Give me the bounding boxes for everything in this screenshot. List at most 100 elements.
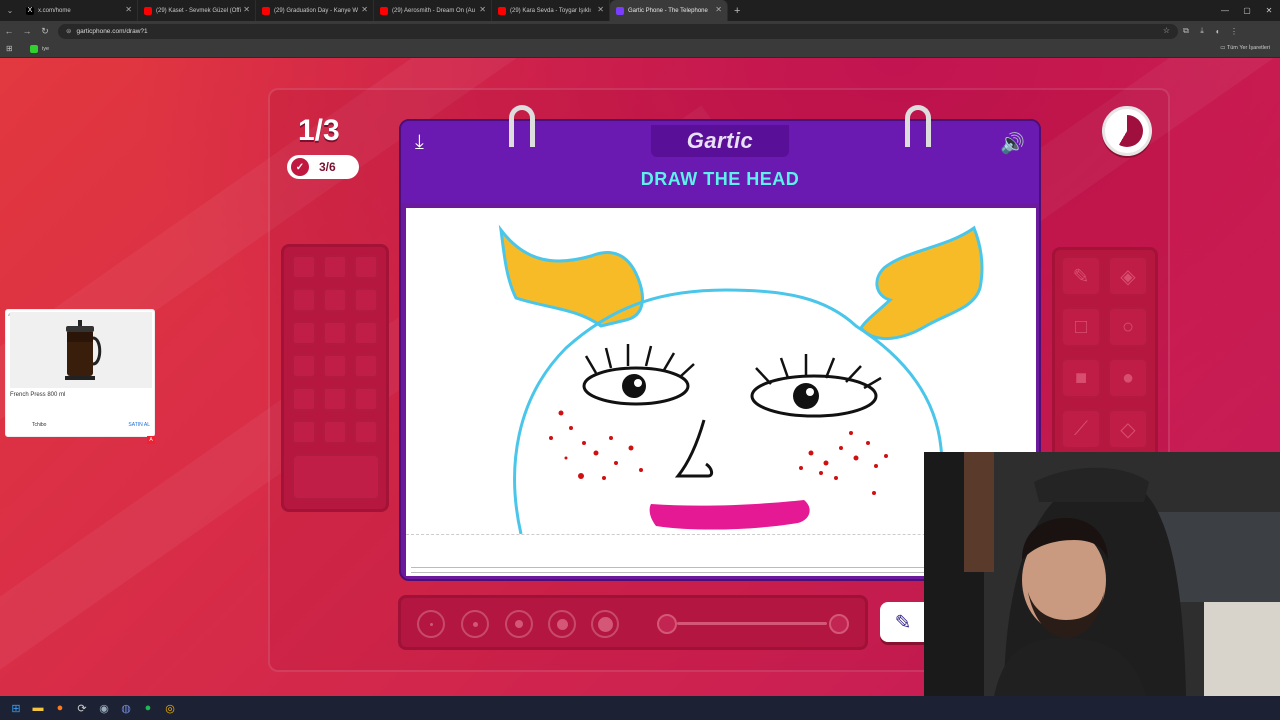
ad-buy-link[interactable]: SATIN AL (128, 422, 150, 428)
filled-rectangle-tool-icon[interactable]: ■ (1061, 358, 1101, 398)
window-controls: — ▢ ✕ (1214, 0, 1280, 21)
current-color-swatch[interactable] (292, 454, 380, 500)
rectangle-tool-icon[interactable]: □ (1061, 307, 1101, 347)
french-press-icon (65, 320, 102, 380)
close-icon[interactable]: ✕ (125, 5, 132, 14)
minimize-icon[interactable]: — (1214, 0, 1236, 21)
reload-icon[interactable]: ↻ (36, 26, 54, 37)
new-tab-button[interactable]: + (734, 5, 740, 17)
brush-size-2[interactable] (461, 610, 489, 638)
sound-icon[interactable]: 🔊 (1000, 131, 1025, 156)
ad-choices-icon[interactable]: A (147, 436, 155, 444)
done-button[interactable]: ✎ (880, 602, 926, 642)
brush-size-4[interactable] (548, 610, 576, 638)
color-swatch[interactable] (354, 420, 378, 444)
file-explorer-icon[interactable]: ▬ (30, 700, 46, 716)
line-tool-icon[interactable]: ⟋ (1061, 409, 1101, 449)
browser-tab-strip: ⌄ X x.com/home ✕ (29) Kaset - Sevmek Güz… (0, 0, 1280, 21)
tab-kara-sevda[interactable]: (29) Kara Sevda - Toygar Işıklı ✕ (492, 0, 610, 21)
ad-brand: Tchibo (32, 422, 47, 428)
app-icon[interactable]: ⟳ (74, 700, 90, 716)
color-swatch[interactable] (354, 255, 378, 279)
filled-ellipse-tool-icon[interactable]: ● (1108, 358, 1148, 398)
tab-graduation-day[interactable]: (29) Graduation Day - Kanye W ✕ (256, 0, 374, 21)
color-swatch[interactable] (323, 255, 347, 279)
tab-gartic-phone[interactable]: Gartic Phone - The Telephone ✕ (610, 0, 728, 21)
notebook-ring (509, 105, 535, 147)
pencil-tool-icon[interactable]: ✎ (1061, 256, 1101, 296)
color-swatch[interactable] (354, 354, 378, 378)
tab-x-home[interactable]: X x.com/home ✕ (20, 0, 138, 21)
spotify-icon[interactable]: ● (140, 700, 156, 716)
color-swatch[interactable] (354, 288, 378, 312)
close-icon[interactable]: ✕ (243, 5, 250, 14)
browser-toolbar: ← → ↻ ⊜ garticphone.com/draw?1 ☆ ⧉ ⤓ ◐ ⋮ (0, 21, 1280, 41)
maximize-icon[interactable]: ▢ (1236, 0, 1258, 21)
slider-min-knob[interactable] (657, 614, 677, 634)
close-window-icon[interactable]: ✕ (1258, 0, 1280, 21)
brush-size-3[interactable] (505, 610, 533, 638)
menu-icon[interactable]: ⋮ (1226, 27, 1242, 36)
bookmark-star-icon[interactable]: ☆ (1163, 26, 1170, 35)
bookmarks-bar: ⊞ iye ▭ Tüm Yer İşaretleri (0, 41, 1280, 58)
discord-icon[interactable]: ◍ (118, 700, 134, 716)
color-swatch[interactable] (292, 420, 316, 444)
chrome-icon[interactable]: ◎ (162, 700, 178, 716)
tab-title: x.com/home (38, 7, 71, 14)
left-eye-highlight (634, 379, 642, 387)
ad-banner[interactable]: Ad French Press 800 ml Tchibo SATIN AL (5, 309, 155, 437)
all-bookmarks-link[interactable]: ▭ Tüm Yer İşaretleri (1220, 45, 1270, 51)
tab-search-icon[interactable]: ⌄ (0, 6, 20, 15)
close-icon[interactable]: ✕ (479, 5, 486, 14)
profile-icon[interactable]: ◐ (1210, 27, 1226, 36)
extensions-icon[interactable]: ⧉ (1178, 26, 1194, 36)
site-info-icon[interactable]: ⊜ (66, 27, 71, 35)
firefox-icon[interactable]: ● (52, 700, 68, 716)
download-drawing-icon[interactable]: ⤓ (415, 131, 424, 154)
color-swatch[interactable] (292, 255, 316, 279)
back-icon[interactable]: ← (0, 26, 18, 36)
round-counter: 1/3 (298, 114, 340, 147)
color-palette (281, 244, 389, 512)
color-swatch[interactable] (354, 387, 378, 411)
color-swatch[interactable] (292, 321, 316, 345)
nose (674, 419, 714, 478)
bookmark-item[interactable]: iye (42, 46, 49, 52)
color-swatch[interactable] (323, 288, 347, 312)
color-swatch[interactable] (323, 354, 347, 378)
slider-max-knob[interactable] (829, 614, 849, 634)
tab-title: (29) Aerosmith - Dream On (Au (392, 7, 476, 14)
color-swatch[interactable] (354, 321, 378, 345)
apps-icon[interactable]: ⊞ (6, 44, 13, 53)
close-icon[interactable]: ✕ (715, 5, 722, 14)
folder-icon: ▭ (1220, 45, 1226, 51)
ellipse-tool-icon[interactable]: ○ (1108, 307, 1148, 347)
download-icon[interactable]: ⤓ (1194, 26, 1210, 36)
opacity-slider[interactable] (657, 610, 857, 638)
tab-kaset[interactable]: (29) Kaset - Sevmek Güzel (Offi ✕ (138, 0, 256, 21)
tab-title: (29) Graduation Day - Kanye W (274, 7, 359, 14)
tab-aerosmith[interactable]: (29) Aerosmith - Dream On (Au ✕ (374, 0, 492, 21)
lips (649, 500, 810, 530)
color-swatch[interactable] (323, 321, 347, 345)
right-pupil (793, 383, 819, 409)
color-swatch[interactable] (323, 387, 347, 411)
close-icon[interactable]: ✕ (361, 5, 368, 14)
steam-icon[interactable]: ◉ (96, 700, 112, 716)
fill-bucket-tool-icon[interactable]: ◇ (1108, 409, 1148, 449)
color-swatch[interactable] (292, 387, 316, 411)
color-swatch[interactable] (292, 354, 316, 378)
brush-size-5[interactable] (591, 610, 619, 638)
players-done-badge: ✓ 3/6 (287, 155, 359, 179)
eraser-tool-icon[interactable]: ◈ (1108, 256, 1148, 296)
windows-start-icon[interactable]: ⊞ (8, 700, 24, 716)
slider-track (677, 622, 827, 625)
color-swatch[interactable] (323, 420, 347, 444)
brush-size-1[interactable] (417, 610, 445, 638)
color-swatch[interactable] (292, 288, 316, 312)
close-icon[interactable]: ✕ (597, 5, 604, 14)
forward-icon[interactable]: → (18, 26, 36, 36)
notebook-header: Gartic DRAW THE HEAD ⤓ 🔊 (401, 121, 1039, 203)
url-text: garticphone.com/draw?1 (76, 27, 148, 35)
address-bar[interactable]: ⊜ garticphone.com/draw?1 ☆ (58, 23, 1178, 39)
